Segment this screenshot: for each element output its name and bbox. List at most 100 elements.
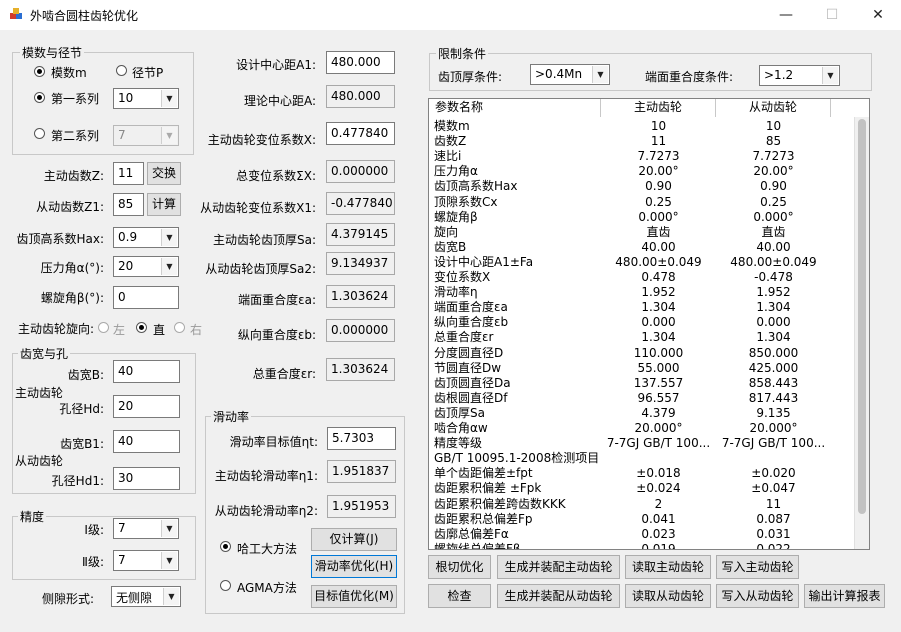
close-button[interactable]: ✕ — [855, 0, 901, 30]
helix-angle-input[interactable]: 0 — [113, 286, 179, 309]
table-row[interactable]: 齿距累积偏差 ±Fpk ±0.024 ±0.047 — [429, 481, 854, 496]
table-row[interactable]: 齿距累积偏差跨齿数KKK 2 11 — [429, 497, 854, 512]
parameter-table[interactable]: 参数名称 主动齿轮 从动齿轮 模数m 10 10 齿数Z 11 85 速比i 7.7273 7.… — [428, 98, 870, 550]
table-row[interactable]: 单个齿距偏差±fpt ±0.018 ±0.020 — [429, 466, 854, 481]
table-row[interactable]: 齿顶圆直径Da 137.557 858.443 — [429, 376, 854, 391]
read-driven-button[interactable]: 读取从动齿轮 — [625, 584, 711, 608]
radio-pitch-label: 径节P — [132, 66, 164, 80]
width-b-input[interactable]: 40 — [113, 360, 180, 383]
table-row[interactable]: 螺旋线总偏差Fβ 0.019 0.022 — [429, 542, 854, 549]
hole-hd-input[interactable]: 20 — [113, 395, 180, 418]
radio-method-hit[interactable] — [220, 541, 231, 552]
series1-select[interactable]: 10 ▼ — [113, 88, 179, 109]
table-row[interactable]: 齿廓总偏差Fα 0.023 0.031 — [429, 527, 854, 542]
table-scrollbar[interactable] — [854, 117, 869, 549]
table-row[interactable]: 齿顶高系数Hax 0.90 0.90 — [429, 179, 854, 194]
table-row[interactable]: 滑动率η 1.952 1.952 — [429, 285, 854, 300]
table-row[interactable]: 齿数Z 11 85 — [429, 134, 854, 149]
table-row[interactable]: 设计中心距A1±Fa 480.00±0.049 480.00±0.049 — [429, 255, 854, 270]
read-drive-button[interactable]: 读取主动齿轮 — [625, 555, 711, 579]
radio-series1[interactable] — [34, 92, 45, 103]
table-row[interactable]: GB/T 10095.1-2008检测项目 — [429, 451, 854, 466]
table-row[interactable]: 齿宽B 40.00 40.00 — [429, 240, 854, 255]
cell-driven: 9.135 — [756, 405, 791, 420]
swap-button[interactable]: 交换 — [147, 162, 181, 185]
radio-method-agma[interactable] — [220, 580, 231, 591]
cell-driven: 40.00 — [756, 239, 791, 254]
level1-select[interactable]: 7 ▼ — [113, 518, 179, 539]
level2-select[interactable]: 7 ▼ — [113, 550, 179, 571]
hole-hd1-input[interactable]: 30 — [113, 467, 180, 490]
axial-contact-value: 0.000000 — [326, 319, 395, 342]
table-row[interactable]: 旋向 直齿 直齿 — [429, 225, 854, 240]
driven-teeth-label: 从动齿数Z1: — [36, 200, 104, 214]
title-bar[interactable]: 外啮合圆柱齿轮优化 — ☐ ✕ — [0, 0, 901, 30]
calc-only-button[interactable]: 仅计算(J) — [311, 528, 397, 551]
check-button[interactable]: 检查 — [428, 584, 491, 608]
calc-button[interactable]: 计算 — [147, 193, 181, 216]
cell-driven: 480.00±0.049 — [730, 254, 817, 269]
maximize-button[interactable]: ☐ — [809, 0, 855, 30]
driven-shift-value: -0.477840 — [326, 192, 395, 215]
table-row[interactable]: 纵向重合度εb 0.000 0.000 — [429, 315, 854, 330]
addendum-select[interactable]: 0.9 ▼ — [113, 227, 179, 248]
minimize-button[interactable]: — — [763, 0, 809, 30]
slide-opt-button[interactable]: 滑动率优化(H) — [311, 555, 397, 578]
cell-param: 滑动率η — [434, 285, 478, 300]
driven-gear-label: 从动齿轮 — [15, 454, 64, 468]
table-row[interactable]: 节圆直径Dw 55.000 425.000 — [429, 361, 854, 376]
driving-teeth-input[interactable]: 11 — [113, 162, 144, 185]
width-b1-input[interactable]: 40 — [113, 430, 180, 453]
level1-label: Ⅰ级: — [84, 523, 104, 537]
scrollbar-thumb[interactable] — [858, 119, 866, 514]
header-driving[interactable]: 主动齿轮 — [601, 99, 716, 117]
flank-select[interactable]: 无侧隙 ▼ — [111, 586, 181, 607]
drive-shift-input[interactable]: 0.477840 — [326, 122, 395, 145]
radio-series2[interactable] — [34, 128, 45, 139]
drive-thick-label: 主动齿轮齿顶厚Sa: — [212, 233, 316, 247]
table-row[interactable]: 速比i 7.7273 7.7273 — [429, 149, 854, 164]
radio-rot-left[interactable] — [98, 322, 109, 333]
precision-group-title: 精度 — [18, 508, 47, 525]
design-center-input[interactable]: 480.000 — [326, 51, 395, 74]
radio-rot-right[interactable] — [174, 322, 185, 333]
table-row[interactable]: 顶隙系数Cx 0.25 0.25 — [429, 195, 854, 210]
table-row[interactable]: 模数m 10 10 — [429, 119, 854, 134]
cell-param: 分度圆直径D — [434, 345, 504, 360]
tip-thick-select[interactable]: >0.4Mn ▼ — [530, 64, 610, 85]
table-row[interactable]: 分度圆直径D 110.000 850.000 — [429, 346, 854, 361]
contact-condition-select[interactable]: >1.2 ▼ — [759, 65, 840, 86]
header-driven[interactable]: 从动齿轮 — [716, 99, 831, 117]
driven-teeth-input[interactable]: 85 — [113, 193, 144, 216]
radio-rot-straight[interactable] — [136, 322, 147, 333]
table-row[interactable]: 齿距累积总偏差Fp 0.041 0.087 — [429, 512, 854, 527]
table-row[interactable]: 精度等级 7-7GJ GB/T 100... 7-7GJ GB/T 100... — [429, 436, 854, 451]
cell-driven: ±0.047 — [751, 481, 796, 496]
table-header: 参数名称 主动齿轮 从动齿轮 — [429, 99, 869, 117]
radio-pitch[interactable] — [116, 65, 127, 76]
undercut-opt-button[interactable]: 根切优化 — [428, 555, 491, 579]
table-row[interactable]: 齿顶厚Sa 4.379 9.135 — [429, 406, 854, 421]
gen-drive-button[interactable]: 生成并装配主动齿轮 — [497, 555, 620, 579]
radio-module[interactable] — [34, 66, 45, 77]
table-row[interactable]: 压力角α 20.00° 20.00° — [429, 164, 854, 179]
table-row[interactable]: 啮合角αw 20.000° 20.000° — [429, 421, 854, 436]
cell-driving: 55.000 — [637, 360, 680, 375]
target-opt-button[interactable]: 目标值优化(M) — [311, 585, 397, 608]
write-driven-button[interactable]: 写入从动齿轮 — [716, 584, 799, 608]
write-drive-button[interactable]: 写入主动齿轮 — [716, 555, 799, 579]
table-row[interactable]: 端面重合度εa 1.304 1.304 — [429, 300, 854, 315]
series2-select[interactable]: 7 ▼ — [113, 125, 179, 146]
cell-driving: 7.7273 — [637, 149, 680, 164]
total-contact-value: 1.303624 — [326, 358, 395, 381]
export-report-button[interactable]: 输出计算报表 — [804, 584, 885, 608]
table-row[interactable]: 总重合度εr 1.304 1.304 — [429, 330, 854, 345]
cell-param: 啮合角αw — [434, 421, 488, 435]
table-row[interactable]: 齿根圆直径Df 96.557 817.443 — [429, 391, 854, 406]
table-row[interactable]: 变位系数X 0.478 -0.478 — [429, 270, 854, 285]
table-row[interactable]: 螺旋角β 0.000° 0.000° — [429, 210, 854, 225]
pressure-angle-select[interactable]: 20 ▼ — [113, 256, 179, 277]
gen-driven-button[interactable]: 生成并装配从动齿轮 — [497, 584, 620, 608]
slide-target-input[interactable]: 5.7303 — [327, 427, 396, 450]
header-param[interactable]: 参数名称 — [429, 99, 601, 117]
